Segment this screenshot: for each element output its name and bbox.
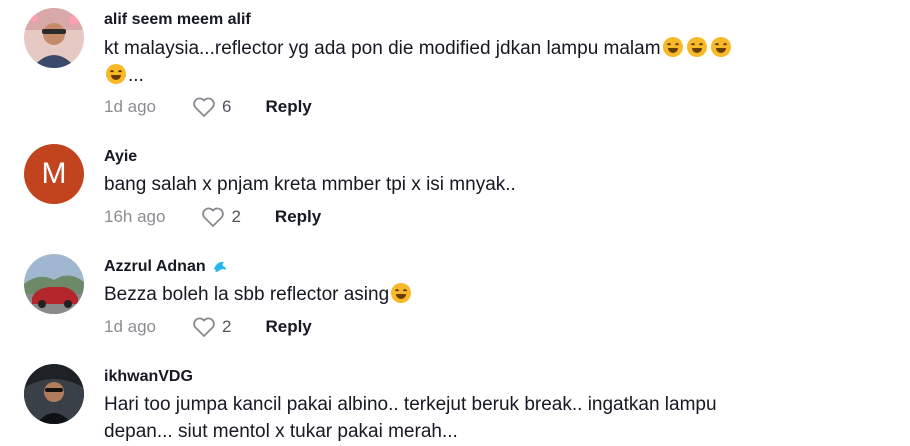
- like-count: 6: [222, 97, 232, 116]
- comment-meta: 16h ago 2 Reply: [104, 205, 321, 229]
- comment-text-line: Bezza boleh la sbb reflector asing: [104, 284, 390, 305]
- comment-author[interactable]: Azzrul Adnan: [104, 258, 228, 276]
- like-button[interactable]: 2: [192, 316, 231, 338]
- laughing-emoji-icon: [710, 37, 731, 57]
- laughing-emoji-icon: [106, 64, 126, 84]
- avatar-photo-icon: [24, 254, 84, 314]
- comment-text: Hari too jumpa kancil pakai albino.. ter…: [104, 391, 804, 445]
- avatar[interactable]: M: [24, 144, 84, 204]
- comment-meta: 1d ago 2 Reply: [104, 315, 312, 339]
- comment-text: bang salah x pnjam kreta mmber tpi x isi…: [104, 171, 804, 198]
- avatar[interactable]: [24, 8, 84, 68]
- heart-icon: [202, 207, 225, 227]
- comment-meta: 1d ago 6 Reply: [104, 95, 312, 119]
- comment-text-line: kt malaysia...reflector yg ada pon die m…: [104, 38, 661, 59]
- author-name: Azzrul Adnan: [104, 258, 206, 275]
- like-count: 2: [222, 317, 232, 336]
- comment-author[interactable]: ikhwanVDG: [104, 368, 193, 386]
- comment-text-line: ...: [128, 65, 144, 86]
- comment-text: Bezza boleh la sbb reflector asing: [104, 281, 804, 308]
- comment-author[interactable]: alif seem meem alif: [104, 11, 251, 29]
- comment-author[interactable]: Ayie: [104, 148, 137, 166]
- laughing-emoji-icon: [662, 37, 683, 57]
- grinning-squinting-emoji-icon: [391, 283, 412, 303]
- avatar-photo-icon: [24, 364, 84, 424]
- heart-icon: [193, 97, 215, 117]
- comment-time: 16h ago: [104, 207, 166, 226]
- comment-text-line: bang salah x pnjam kreta mmber tpi x isi…: [104, 174, 516, 195]
- reply-button[interactable]: Reply: [275, 207, 321, 227]
- comment-text: kt malaysia...reflector yg ada pon die m…: [104, 35, 804, 89]
- avatar-photo-icon: [24, 8, 84, 68]
- comment-time: 1d ago: [104, 97, 156, 116]
- like-button[interactable]: 2: [201, 206, 241, 228]
- reply-button[interactable]: Reply: [265, 97, 311, 117]
- like-count: 2: [231, 207, 241, 226]
- dolphin-badge-icon: [212, 259, 228, 275]
- comment-text-line: depan... siut mentol x tukar pakai merah…: [104, 421, 458, 442]
- heart-icon: [193, 317, 215, 337]
- avatar[interactable]: [24, 254, 84, 314]
- like-button[interactable]: 6: [192, 96, 231, 118]
- comment-time: 1d ago: [104, 317, 156, 336]
- avatar-letter: M: [41, 157, 67, 190]
- reply-button[interactable]: Reply: [265, 317, 311, 337]
- laughing-emoji-icon: [686, 37, 707, 57]
- comment-text-line: Hari too jumpa kancil pakai albino.. ter…: [104, 394, 717, 415]
- avatar[interactable]: [24, 364, 84, 424]
